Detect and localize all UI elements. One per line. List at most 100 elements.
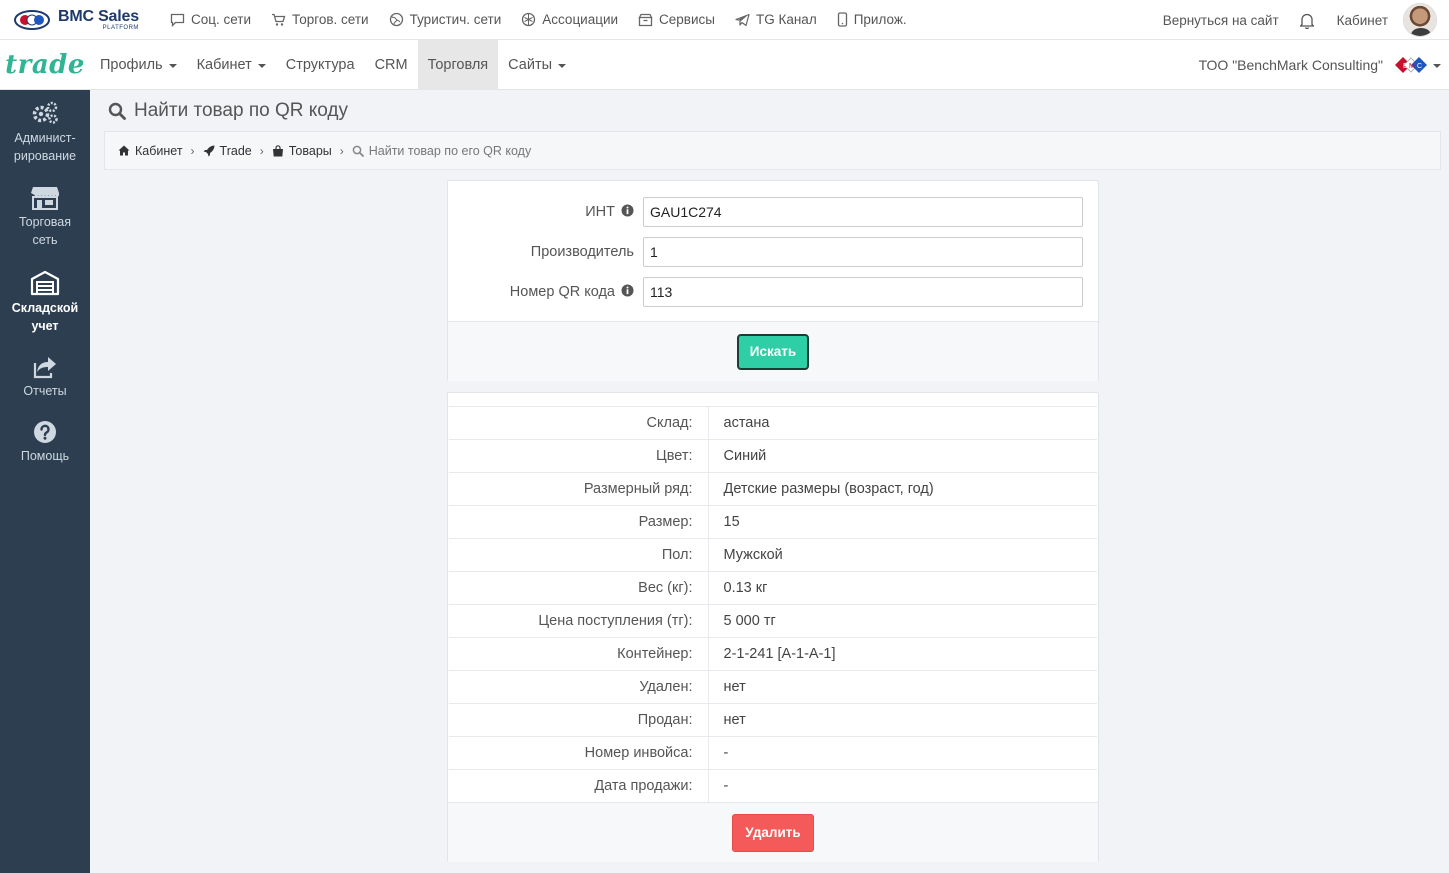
info-icon[interactable] [621,204,634,221]
cabinet-link[interactable]: Кабинет [1337,13,1388,28]
sidebar-item-help[interactable]: Помощь [0,418,90,465]
brand-name: BMC Sales [58,7,139,25]
row-key: Пол: [449,538,709,572]
topnav-associations-label: Ассоциации [542,12,619,27]
table-row: Цвет: Синий [449,439,1097,473]
breadcrumb-products[interactable]: Товары [272,144,332,158]
qr-code-label-text: Номер QR кода [509,284,615,300]
breadcrumb-cabinet[interactable]: Кабинет [118,144,183,158]
row-value: 5 000 тг [708,604,1097,638]
user-avatar[interactable] [1403,3,1437,37]
search-button[interactable]: Искать [737,333,809,370]
qr-code-input[interactable] [643,277,1083,307]
table-row: Продан: нет [449,703,1097,737]
row-key: Цена поступления (тг): [449,604,709,638]
row-value: - [708,736,1097,770]
table-row: Удален: нет [449,670,1097,704]
company-logo-icon: B M C [1393,53,1429,77]
qr-code-label: Номер QR кода [448,284,634,301]
svg-text:C: C [1417,63,1422,70]
company-switcher[interactable]: ТОО "BenchMark Consulting" B M C [1199,40,1441,90]
shopping-bag-icon [272,144,283,156]
int-input[interactable] [643,197,1083,227]
int-label: ИНТ [448,204,634,221]
row-key: Удален: [449,670,709,704]
sidebar-item-reports[interactable]: Отчеты [0,353,90,400]
brand-logo-link[interactable]: BMC Sales PLATFORM [0,0,160,40]
manufacturer-input[interactable] [643,237,1083,267]
breadcrumb-current: Найти товар по его QR коду [352,144,531,158]
home-icon [118,145,130,156]
topnav-tourism[interactable]: Туристич. сети [389,12,501,27]
topnav-apps[interactable]: Прилож. [837,12,907,27]
table-row: Цена поступления (тг): 5 000 тг [449,604,1097,638]
row-key: Дата продажи: [449,769,709,803]
table-row: Размер: 15 [449,505,1097,539]
telegram-icon [735,13,750,26]
topnav-services-label: Сервисы [659,12,715,27]
rocket-icon [203,145,215,156]
notifications-button[interactable] [1299,12,1315,29]
trade-logo[interactable]: trade [0,40,90,90]
table-row: Номер инвойса: - [449,736,1097,770]
help-icon [34,421,56,443]
sidebar-item-administration[interactable]: Админист- рирование [0,100,90,165]
nav-profile[interactable]: Профиль [90,40,187,90]
sidebar-item-label: рирование [13,149,77,163]
sidebar-item-label: Отчеты [23,384,67,398]
search-icon [352,145,364,157]
topnav-social[interactable]: Соц. сети [170,12,251,27]
int-label-text: ИНТ [585,204,615,220]
topnav-trade[interactable]: Торгов. сети [271,12,369,27]
nav-trade-label: Торговля [427,56,489,73]
topnav-telegram[interactable]: TG Канал [735,12,817,27]
globe-icon [389,12,403,27]
company-name: ТОО "BenchMark Consulting" [1198,57,1383,73]
row-key: Продан: [449,703,709,737]
sidebar-item-label: Складской [11,301,79,315]
caret-down-icon [168,63,177,68]
search-icon [108,102,126,120]
nav-structure[interactable]: Структура [276,40,365,90]
sidebar-item-warehouse[interactable]: Складской учет [0,270,90,335]
row-key: Контейнер: [449,637,709,671]
warehouse-icon [30,270,60,296]
nav-cabinet[interactable]: Кабинет [187,40,276,90]
breadcrumb-trade[interactable]: Trade [203,144,252,158]
form-row-int: ИНТ [448,197,1098,227]
topnav-services[interactable]: Сервисы [638,12,715,27]
sidebar-item-trade-network[interactable]: Торговая сеть [0,184,90,249]
row-value: Синий [708,439,1097,473]
result-table: Склад: астана Цвет: Синий Размерный ряд: Детс… [449,406,1097,803]
table-row: Размерный ряд: Детские размеры (возраст, … [449,472,1097,506]
box-icon [638,13,653,26]
breadcrumb-separator: › [259,143,264,158]
info-icon[interactable] [621,284,634,301]
nav-trade[interactable]: Торговля [417,39,499,90]
topnav-associations[interactable]: Ассоциации [521,12,618,27]
nav-sites-label: Сайты [508,56,553,73]
caret-down-icon [558,63,567,68]
caret-down-icon [1433,64,1441,68]
topnav-trade-label: Торгов. сети [292,12,369,27]
sidebar-item-label: Торговая [18,215,72,229]
row-value: Детские размеры (возраст, год) [708,472,1097,506]
breadcrumb: Кабинет › Trade › Товары › Найти товар п… [104,131,1441,170]
sidebar-item-label: сеть [32,233,58,247]
manufacturer-label: Производитель [448,244,634,260]
form-row-manufacturer: Производитель [448,237,1098,267]
manufacturer-label-text: Производитель [530,244,634,260]
row-value: астана [708,406,1097,440]
top-bar: BMC Sales PLATFORM Соц. сети Торгов. сет… [0,0,1449,40]
back-to-site-link[interactable]: Вернуться на сайт [1163,13,1279,28]
row-value: - [708,769,1097,803]
delete-button[interactable]: Удалить [732,813,814,852]
bell-icon [1299,13,1314,29]
svg-text:B: B [1403,63,1408,70]
row-key: Вес (кг): [449,571,709,605]
nav-sites[interactable]: Сайты [498,40,576,90]
nav-crm[interactable]: CRM [365,40,418,90]
breadcrumb-label: Найти товар по его QR коду [368,143,532,158]
page-title: Найти товар по QR коду [108,100,348,122]
result-panel: Склад: астана Цвет: Синий Размерный ряд: Детс… [447,392,1099,862]
